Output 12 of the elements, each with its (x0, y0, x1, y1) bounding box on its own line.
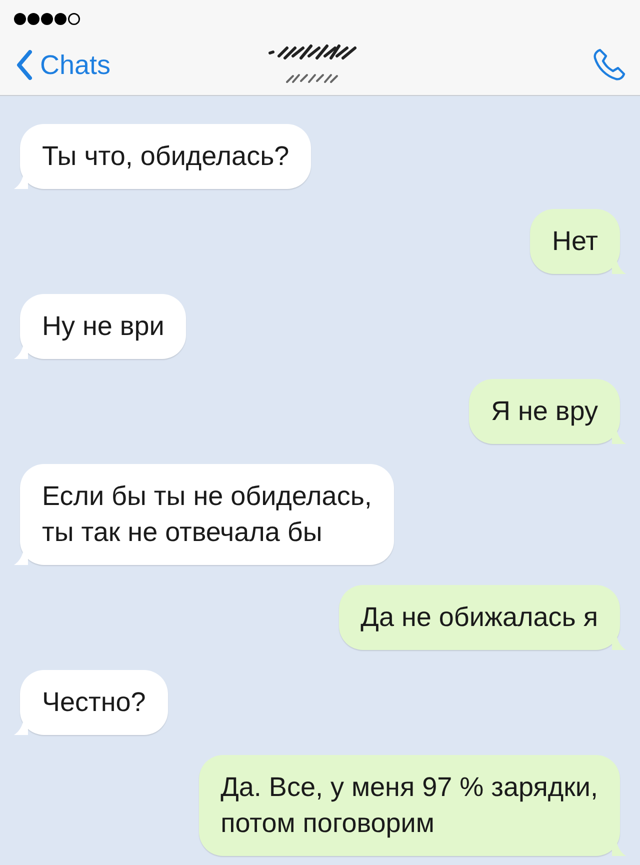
message-bubble: Да. Все, у меня 97 % зарядки, потом поговорим (198, 755, 620, 856)
message-bubble: Нет (530, 209, 620, 274)
back-button[interactable]: Chats (16, 50, 111, 80)
message-bubble: Я не вру (469, 379, 620, 444)
message-bubble: Честно? (20, 670, 168, 735)
message-bubble: Да не обижалась я (338, 585, 620, 650)
phone-icon[interactable] (592, 48, 626, 82)
message-bubble: Если бы ты не обиделась, ты так не отвечала бы (20, 464, 394, 565)
chevron-icon (16, 50, 32, 80)
message-bubble: Ты что, обиделась? (20, 124, 312, 189)
signal-icon (13, 12, 81, 26)
message-bubble: Ну не ври (20, 294, 186, 359)
